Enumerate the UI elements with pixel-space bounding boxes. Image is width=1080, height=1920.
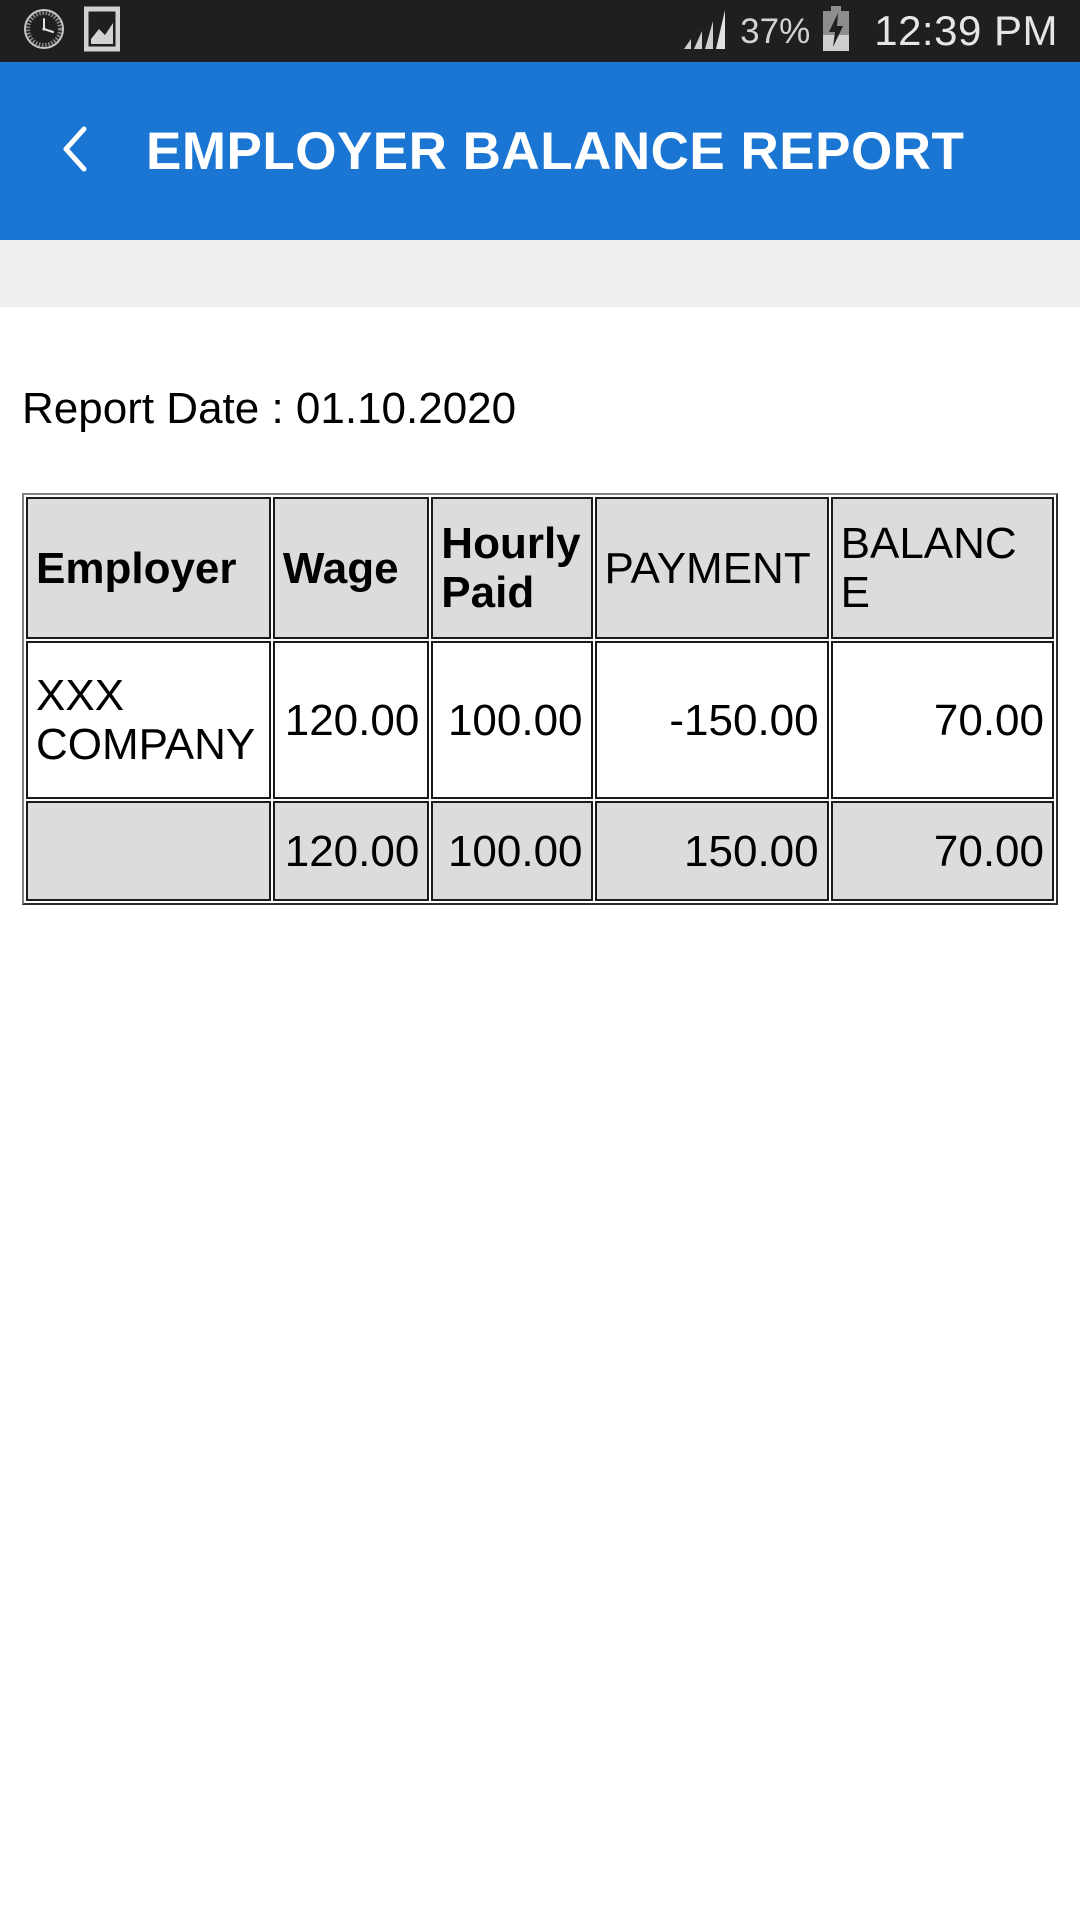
cell-wage: 120.00 bbox=[272, 641, 430, 800]
app-bar: EMPLOYER BALANCE REPORT bbox=[0, 62, 1080, 240]
total-cell-balance: 70.00 bbox=[830, 801, 1054, 902]
status-bar-left-icons bbox=[22, 6, 121, 57]
signal-bars-icon bbox=[682, 7, 730, 56]
status-bar-clock: 12:39 PM bbox=[874, 7, 1058, 54]
column-header-wage: Wage bbox=[272, 497, 430, 640]
total-cell-hourly-paid: 100.00 bbox=[431, 801, 593, 902]
column-header-hourly-paid: Hourly Paid bbox=[431, 497, 593, 640]
total-cell-wage: 120.00 bbox=[272, 801, 430, 902]
report-content: Report Date : 01.10.2020 Employer Wage H… bbox=[0, 307, 1080, 906]
employer-balance-table: Employer Wage Hourly Paid PAYMENT BALANC… bbox=[22, 493, 1058, 906]
table-header-row: Employer Wage Hourly Paid PAYMENT BALANC… bbox=[26, 497, 1054, 640]
back-button[interactable] bbox=[46, 120, 108, 182]
column-header-balance: BALANCE bbox=[830, 497, 1054, 640]
photo-icon bbox=[83, 6, 121, 57]
table-total-row: 120.00 100.00 150.00 70.00 bbox=[26, 801, 1054, 902]
cell-balance: 70.00 bbox=[830, 641, 1054, 800]
cell-hourly-paid: 100.00 bbox=[431, 641, 593, 800]
report-table-container: Employer Wage Hourly Paid PAYMENT BALANC… bbox=[22, 493, 1058, 906]
total-cell-employer bbox=[26, 801, 271, 902]
status-bar-right-group: 37% 12:39 PM bbox=[682, 5, 1058, 58]
cell-employer: XXX COMPANY bbox=[26, 641, 271, 800]
clock-icon bbox=[22, 7, 66, 56]
battery-charging-icon bbox=[820, 5, 852, 58]
column-header-payment: PAYMENT bbox=[594, 497, 829, 640]
toolbar-spacer-strip bbox=[0, 240, 1080, 307]
page-title: EMPLOYER BALANCE REPORT bbox=[146, 121, 965, 181]
total-cell-payment: 150.00 bbox=[594, 801, 829, 902]
column-header-employer: Employer bbox=[26, 497, 271, 640]
report-date-label: Report Date : 01.10.2020 bbox=[22, 384, 517, 433]
table-row: XXX COMPANY 120.00 100.00 -150.00 70.00 bbox=[26, 641, 1054, 800]
status-bar: 37% 12:39 PM bbox=[0, 0, 1080, 62]
cell-payment: -150.00 bbox=[594, 641, 829, 800]
chevron-left-icon bbox=[55, 121, 99, 182]
battery-percent-label: 37% bbox=[740, 11, 811, 51]
